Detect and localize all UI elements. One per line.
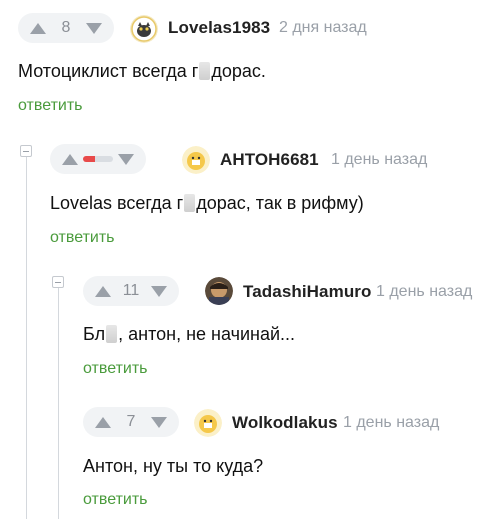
comment-author[interactable]: Lovelas1983 [168,18,270,38]
vote-control: 11 [83,276,179,306]
rating-count: 7 [126,413,136,430]
avatar[interactable] [182,146,210,174]
reply-link[interactable]: ответить [83,360,148,378]
comment-time: 1 день назад [343,414,440,431]
comment-text: Мотоциклист всегда г дорас. [18,61,266,82]
downvote-icon[interactable] [151,416,167,428]
comment-author[interactable]: Wolkodlakus [232,413,338,433]
vote-control [50,144,146,174]
avatar[interactable] [130,15,158,43]
upvote-icon[interactable] [30,22,46,34]
comment-time: 1 день назад [331,151,428,168]
comment-text-before: Мотоциклист всегда г [18,61,199,81]
censor-blur [184,194,196,212]
comment-author[interactable]: TadashiHamuro [243,282,372,302]
downvote-icon[interactable] [150,285,167,297]
censor-blur [106,325,118,343]
comment-text-before: Бл [83,324,106,344]
comment-text: Lovelas всегда г дорас, так в рифму) [50,193,364,214]
vote-control: 7 [83,407,179,437]
upvote-icon[interactable] [95,285,111,297]
rating-bar [83,156,113,162]
downvote-icon[interactable] [86,22,102,34]
rating-count: 8 [61,19,71,36]
reply-link[interactable]: ответить [50,229,115,247]
avatar[interactable] [205,277,233,305]
collapse-thread-button[interactable] [20,145,32,157]
thread-line-level2 [58,284,59,519]
vote-control: 8 [18,13,114,43]
upvote-icon[interactable] [62,153,78,165]
upvote-icon[interactable] [95,416,111,428]
comment-time: 2 дня назад [279,19,367,36]
collapse-thread-button[interactable] [52,276,64,288]
comment-time: 1 день назад [376,283,473,300]
avatar[interactable] [194,409,222,437]
comment-text: Бл , антон, не начинай... [83,324,295,345]
comment-text-after: дорас. [211,61,266,81]
reply-link[interactable]: ответить [18,97,83,115]
comment-text-after: дорас, так в рифму) [196,193,364,213]
censor-blur [199,62,211,80]
downvote-icon[interactable] [118,153,134,165]
thread-line-level1 [26,152,27,519]
comment-text-before: Lovelas всегда г [50,193,184,213]
comment-author[interactable]: АНТОН6681 [220,150,319,170]
reply-link[interactable]: ответить [83,491,148,509]
rating-count: 11 [122,282,140,299]
comment-text: Антон, ну ты то куда? [83,456,264,476]
comment-text-after: , антон, не начинай... [118,324,296,344]
